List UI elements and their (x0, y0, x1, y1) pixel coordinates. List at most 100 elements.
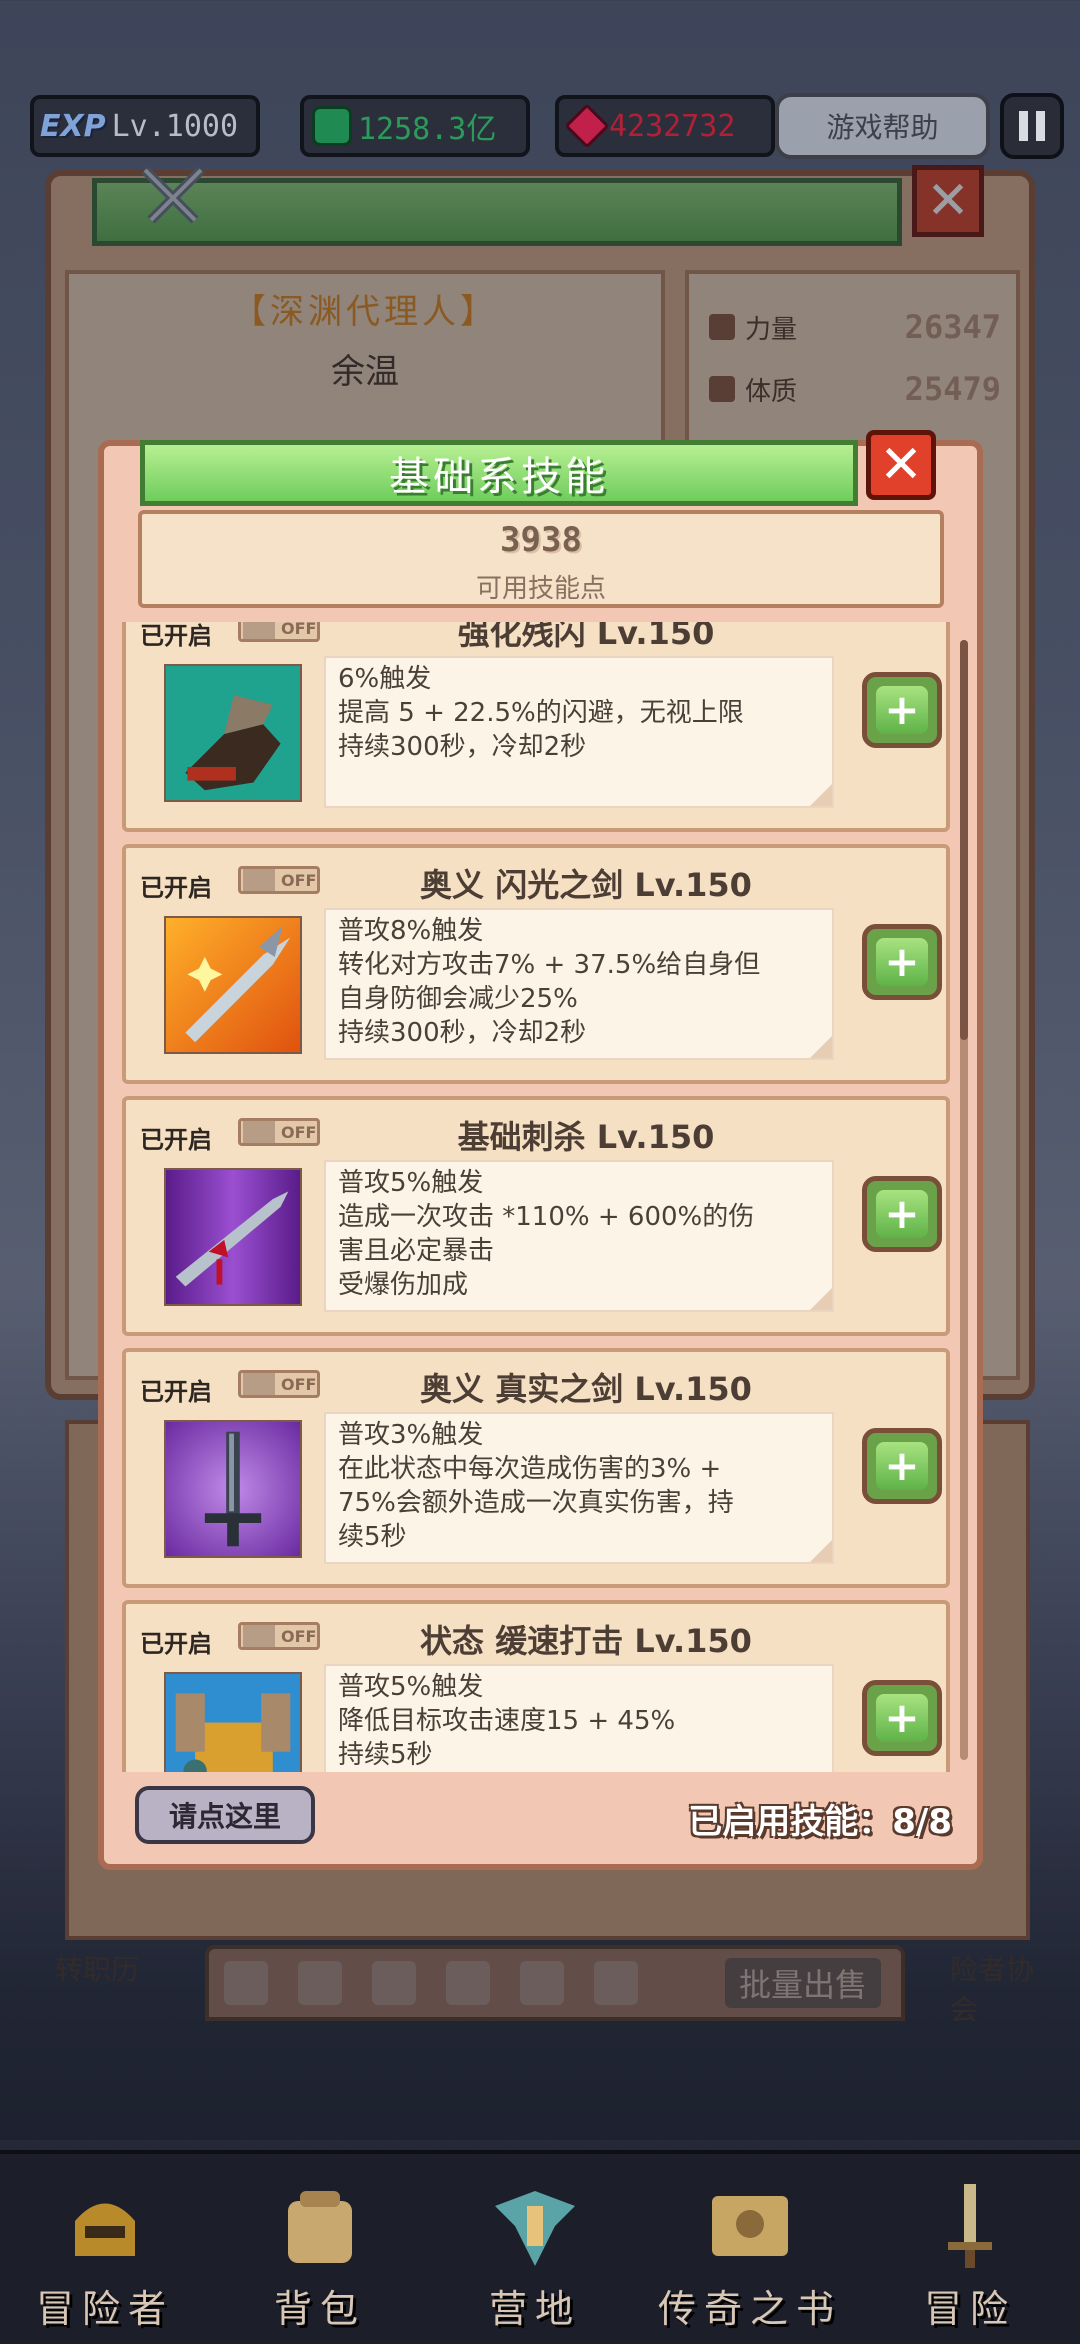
skill-toggle[interactable]: OFF (238, 1118, 320, 1146)
nav-legend-book[interactable]: 传奇之书 (650, 2154, 850, 2344)
skill-desc-line: 普攻5%触发 (338, 1672, 484, 1702)
boot-skill-icon (164, 664, 302, 802)
skill-desc-line: 受爆伤加成 (338, 1270, 469, 1300)
upgrade-skill-button[interactable]: + (862, 924, 942, 1000)
toggle-state-label: OFF (281, 870, 317, 890)
skill-card: 已开启 OFF 奥义 闪光之剑 Lv.150 普攻8%触发 转化对方攻击7% +… (122, 844, 950, 1084)
skill-name: 基础刺杀 Lv.150 (457, 1118, 715, 1156)
skill-desc-line: 转化对方攻击7% + 37.5%给自身但 (338, 950, 761, 980)
skill-card: 已开启 OFF 基础刺杀 Lv.150 普攻5%触发 造成一次攻击 *110% … (122, 1096, 950, 1336)
skill-desc-line: 降低目标攻击速度15 + 45% (338, 1706, 676, 1736)
level-display: EXP Lv.1000 (30, 95, 260, 157)
toggle-state-label: OFF (281, 1374, 317, 1394)
top-hud: EXP Lv.1000 1258.3亿 4232732 游戏帮助 (30, 93, 1064, 165)
player-level: Lv.1000 (111, 108, 239, 144)
true-sword-skill-icon (164, 1420, 302, 1558)
nav-adventurer[interactable]: 冒险者 (5, 2154, 205, 2344)
skill-desc-line: 持续5秒 (338, 1740, 433, 1770)
skill-desc-line: 续5秒 (338, 1522, 407, 1552)
skill-toggle[interactable]: OFF (238, 1370, 320, 1398)
skill-enabled-label: 已开启 (140, 874, 212, 902)
skill-desc-line: 6%触发 (338, 664, 432, 694)
skill-desc-line: 持续300秒，冷却2秒 (338, 732, 587, 762)
nav-adventure[interactable]: 冒险 (870, 2154, 1070, 2344)
skill-modal-close-button[interactable]: ✕ (866, 430, 936, 500)
skill-toggle[interactable]: OFF (238, 1622, 320, 1650)
pause-button[interactable] (1000, 93, 1064, 159)
plus-icon: + (876, 686, 928, 734)
gem-icon (564, 103, 610, 149)
camp-icon (495, 2191, 575, 2266)
exp-badge: EXP (40, 108, 106, 144)
skill-desc-line: 持续300秒，冷却2秒 (338, 1018, 587, 1048)
skill-name: 奥义 闪光之剑 Lv.150 (420, 866, 752, 904)
gold-display: 1258.3亿 (300, 95, 530, 157)
skill-name: 状态 缓速打击 Lv.150 (420, 1622, 752, 1660)
toggle-state-label: OFF (281, 1122, 317, 1142)
skill-card: 已开启 OFF 强化残闪 Lv.150 6%触发 提高 5 + 22.5%的闪避… (122, 622, 950, 832)
skill-points-box: 3938 可用技能点 (138, 510, 944, 608)
gold-amount: 1258.3亿 (358, 112, 497, 147)
skill-description: 普攻5%触发 造成一次攻击 *110% + 600%的伤 害且必定暴击 受爆伤加… (324, 1160, 834, 1312)
toggle-state-label: OFF (281, 1626, 317, 1646)
upgrade-skill-button[interactable]: + (862, 1428, 942, 1504)
click-here-button[interactable]: 请点这里 (135, 1786, 315, 1844)
skill-desc-line: 75%会额外造成一次真实伤害，持 (338, 1488, 734, 1518)
skill-enabled-label: 已开启 (140, 1126, 212, 1154)
nav-label: 冒险者 (35, 2287, 174, 2331)
gold-icon (312, 106, 352, 146)
bottom-nav: 冒险者 背包 营地 传奇之书 冒险 (0, 2150, 1080, 2344)
nav-backpack[interactable]: 背包 (220, 2154, 420, 2344)
gem-display: 4232732 (555, 95, 775, 157)
backpack-icon (288, 2191, 352, 2263)
skill-desc-line: 普攻3%触发 (338, 1420, 484, 1450)
skill-description: 普攻8%触发 转化对方攻击7% + 37.5%给自身但 自身防御会减少25% 持… (324, 908, 834, 1060)
game-help-button[interactable]: 游戏帮助 (775, 93, 990, 159)
skill-enabled-label: 已开启 (140, 1378, 212, 1406)
plus-icon: + (876, 1190, 928, 1238)
skill-list[interactable]: 已开启 OFF 强化残闪 Lv.150 6%触发 提高 5 + 22.5%的闪避… (122, 622, 954, 1772)
adventurer-helmet-icon (75, 2203, 135, 2256)
skill-toggle[interactable]: OFF (238, 866, 320, 894)
slow-strike-skill-icon (164, 1672, 302, 1772)
flash-sword-skill-icon (164, 916, 302, 1054)
skill-desc-line: 普攻8%触发 (338, 916, 484, 946)
skill-desc-line: 普攻5%触发 (338, 1168, 484, 1198)
plus-icon: + (876, 1442, 928, 1490)
skill-description: 6%触发 提高 5 + 22.5%的闪避，无视上限 持续300秒，冷却2秒 (324, 656, 834, 808)
skill-modal-header: 基础系技能 (140, 440, 858, 506)
plus-icon: + (876, 938, 928, 986)
adventure-sword-icon (948, 2184, 992, 2268)
skill-enabled-label: 已开启 (140, 1630, 212, 1658)
pause-icon (1019, 111, 1028, 141)
skill-modal-title: 基础系技能 (389, 454, 609, 500)
scrollbar-thumb[interactable] (960, 640, 968, 1040)
plus-icon: + (876, 1694, 928, 1742)
nav-label: 冒险 (923, 2287, 1016, 2331)
skill-desc-line: 自身防御会减少25% (338, 984, 578, 1014)
skill-card: 已开启 OFF 奥义 真实之剑 Lv.150 普攻3%触发 在此状态中每次造成伤… (122, 1348, 950, 1588)
enabled-skills-count: 已启用技能：8/8 (688, 1802, 952, 1842)
skill-points-label: 可用技能点 (475, 574, 606, 604)
skill-description: 普攻3%触发 在此状态中每次造成伤害的3% + 75%会额外造成一次真实伤害，持… (324, 1412, 834, 1564)
skill-toggle[interactable]: OFF (238, 622, 320, 642)
skill-description: 普攻5%触发 降低目标攻击速度15 + 45% 持续5秒 (324, 1664, 834, 1772)
skill-desc-line: 提高 5 + 22.5%的闪避，无视上限 (338, 698, 744, 728)
upgrade-skill-button[interactable]: + (862, 1176, 942, 1252)
skill-card: 已开启 OFF 状态 缓速打击 Lv.150 普攻5%触发 降低目标攻击速度15… (122, 1600, 950, 1772)
skill-desc-line: 害且必定暴击 (338, 1236, 495, 1266)
skill-list-scrollbar[interactable] (960, 640, 968, 1760)
nav-label: 营地 (488, 2287, 581, 2331)
skill-name: 强化残闪 Lv.150 (457, 622, 715, 652)
skill-enabled-label: 已开启 (140, 622, 212, 650)
nav-label: 传奇之书 (657, 2287, 842, 2331)
toggle-state-label: OFF (281, 622, 317, 638)
upgrade-skill-button[interactable]: + (862, 1680, 942, 1756)
upgrade-skill-button[interactable]: + (862, 672, 942, 748)
nav-camp[interactable]: 营地 (435, 2154, 635, 2344)
gem-amount: 4232732 (609, 108, 736, 144)
assassinate-skill-icon (164, 1168, 302, 1306)
nav-label: 背包 (273, 2287, 366, 2331)
skill-desc-line: 造成一次攻击 *110% + 600%的伤 (338, 1202, 755, 1232)
legend-book-icon (712, 2196, 788, 2256)
